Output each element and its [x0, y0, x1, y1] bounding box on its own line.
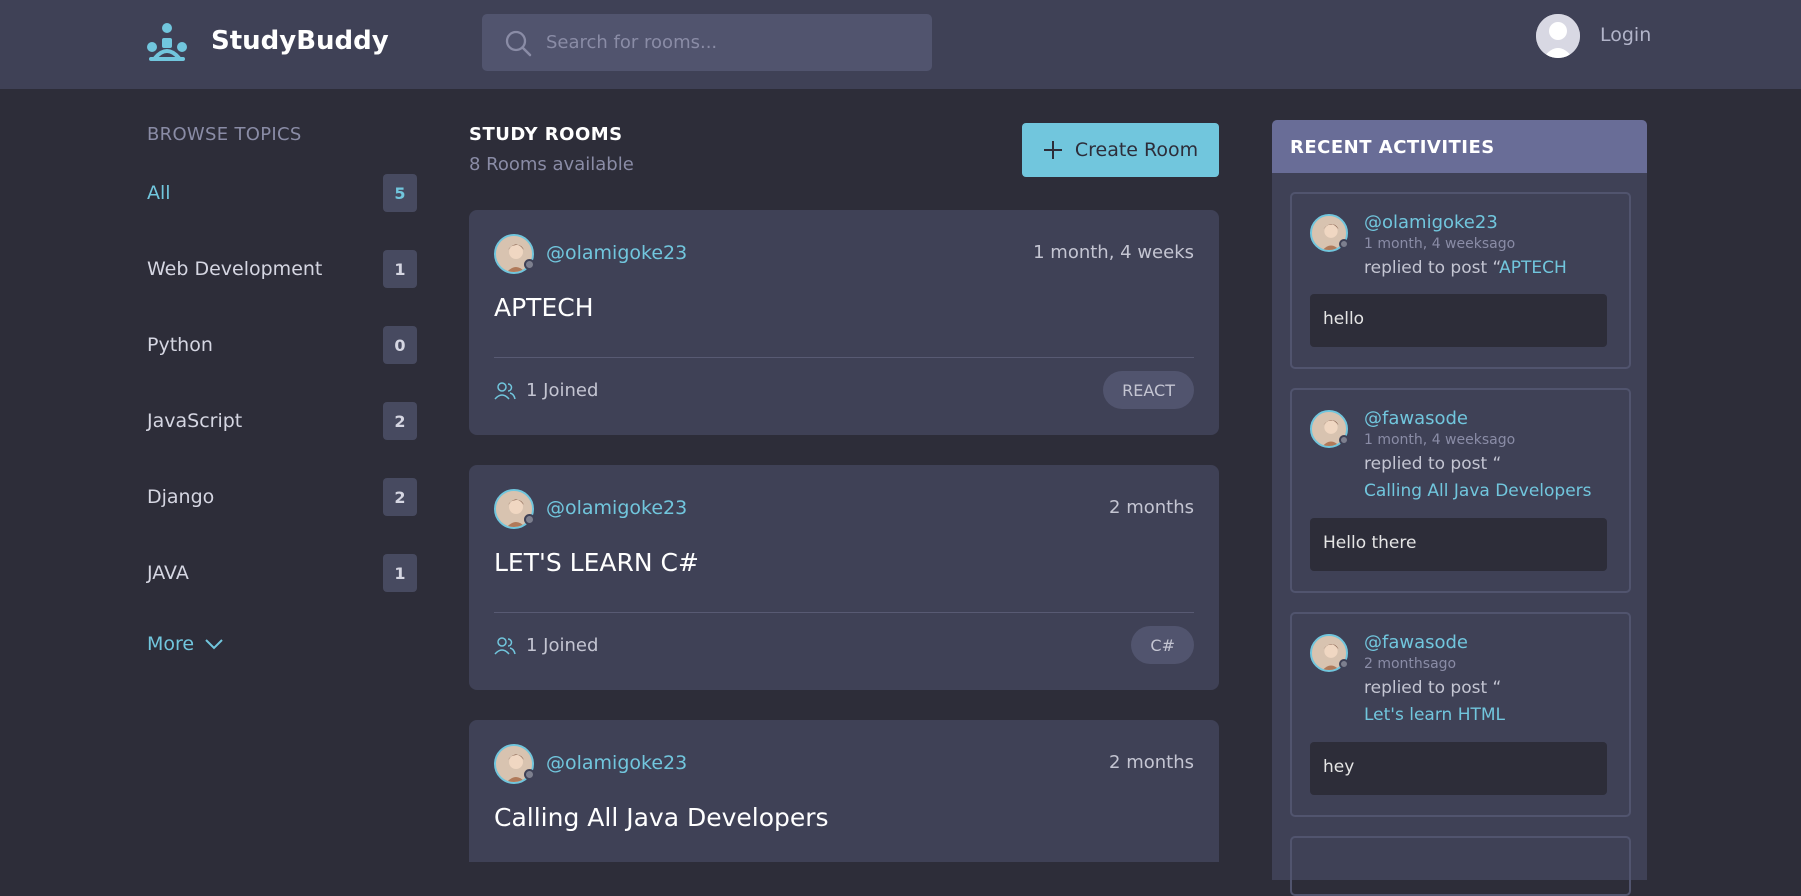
topic-label: Web Development	[147, 258, 323, 280]
activity-action: replied to post “APTECH	[1364, 258, 1567, 278]
joined-count: 1 Joined	[494, 635, 598, 656]
activity-message: hello	[1310, 294, 1607, 347]
topic-label: Python	[147, 334, 213, 356]
room-title-link[interactable]: APTECH	[494, 293, 594, 322]
topic-count-badge: 2	[383, 478, 417, 516]
topic-javascript[interactable]: JavaScript 2	[147, 402, 417, 442]
search-icon	[505, 30, 532, 57]
topic-web-development[interactable]: Web Development 1	[147, 250, 417, 290]
study-rooms-heading: STUDY ROOMS	[469, 124, 623, 145]
topic-all[interactable]: All 5	[147, 174, 417, 214]
recent-activities-title: RECENT ACTIVITIES	[1290, 137, 1495, 158]
more-label: More	[147, 633, 195, 655]
topic-count-badge: 5	[383, 174, 417, 212]
status-indicator	[1339, 239, 1349, 249]
room-title-link[interactable]: LET'S LEARN C#	[494, 548, 699, 577]
rooms-count: 8 Rooms available	[469, 154, 634, 175]
activity-action-text: replied to post “	[1364, 454, 1502, 474]
create-room-label: Create Room	[1074, 139, 1199, 161]
topic-python[interactable]: Python 0	[147, 326, 417, 366]
topic-django[interactable]: Django 2	[147, 478, 417, 518]
room-time: 1 month, 4 weeks	[1033, 242, 1194, 263]
topic-count-badge: 0	[383, 326, 417, 364]
activity-item: @fawasode 1 month, 4 weeksago replied to…	[1290, 388, 1631, 593]
plus-icon	[1043, 141, 1062, 159]
activity-user-link[interactable]: @olamigoke23	[1364, 212, 1498, 233]
users-icon	[494, 636, 516, 655]
recent-activities-header: RECENT ACTIVITIES	[1272, 120, 1647, 173]
study-buddy-logo-icon[interactable]	[145, 22, 189, 64]
top-navigation-bar: StudyBuddy Login	[0, 0, 1801, 89]
joined-count: 1 Joined	[494, 380, 598, 401]
room-time: 2 months	[1109, 497, 1194, 518]
search-input[interactable]	[544, 14, 914, 71]
topic-tag[interactable]: C#	[1131, 626, 1194, 664]
divider	[494, 612, 1194, 613]
activity-room-link[interactable]: APTECH	[1499, 258, 1567, 278]
joined-label: 1 Joined	[526, 380, 599, 401]
create-room-button[interactable]: Create Room	[1022, 123, 1219, 177]
topic-java[interactable]: JAVA 1	[147, 554, 417, 594]
user-avatar-icon[interactable]	[1536, 14, 1580, 58]
topic-tag[interactable]: REACT	[1103, 371, 1194, 409]
more-topics-button[interactable]: More	[147, 633, 224, 655]
activity-room-link[interactable]: Calling All Java Developers	[1364, 481, 1592, 501]
activity-time: 1 month, 4 weeksago	[1364, 236, 1516, 252]
users-icon	[494, 381, 516, 400]
activity-user-link[interactable]: @fawasode	[1364, 408, 1468, 429]
chevron-down-icon	[205, 639, 223, 650]
browse-topics-heading: BROWSE TOPICS	[147, 124, 302, 145]
status-indicator	[524, 259, 535, 270]
activity-message: hey	[1310, 742, 1607, 795]
room-card: @olamigoke23 2 months Calling All Java D…	[469, 720, 1219, 862]
activity-user-link[interactable]: @fawasode	[1364, 632, 1468, 653]
joined-label: 1 Joined	[526, 635, 599, 656]
status-indicator	[1339, 659, 1349, 669]
activity-room-link[interactable]: Let's learn HTML	[1364, 705, 1505, 725]
search-bar[interactable]	[482, 14, 932, 71]
activity-item: @fawasode 2 monthsago replied to post “ …	[1290, 612, 1631, 817]
room-host-link[interactable]: @olamigoke23	[546, 497, 687, 519]
activity-message: Hello there	[1310, 518, 1607, 571]
room-card: @olamigoke23 1 month, 4 weeks APTECH 1 J…	[469, 210, 1219, 435]
room-host-link[interactable]: @olamigoke23	[546, 752, 687, 774]
status-indicator	[524, 514, 535, 525]
activity-action-text: replied to post “	[1364, 258, 1500, 278]
room-card: @olamigoke23 2 months LET'S LEARN C# 1 J…	[469, 465, 1219, 690]
divider	[494, 357, 1194, 358]
activity-time: 1 month, 4 weeksago	[1364, 432, 1516, 448]
recent-activities-panel: RECENT ACTIVITIES @olamigoke23 1 month, …	[1272, 120, 1647, 896]
activity-time: 2 monthsago	[1364, 656, 1457, 672]
room-time: 2 months	[1109, 752, 1194, 773]
topic-count-badge: 1	[383, 554, 417, 592]
room-title-link[interactable]: Calling All Java Developers	[494, 803, 829, 832]
topic-count-badge: 2	[383, 402, 417, 440]
activity-item: @olamigoke23 1 month, 4 weeksago replied…	[1290, 192, 1631, 369]
room-host-link[interactable]: @olamigoke23	[546, 242, 687, 264]
topic-label: All	[147, 182, 171, 204]
brand-name[interactable]: StudyBuddy	[211, 26, 389, 56]
topic-label: Django	[147, 486, 215, 508]
activity-item	[1290, 836, 1631, 896]
topic-label: JAVA	[147, 562, 189, 584]
login-link[interactable]: Login	[1600, 24, 1651, 46]
topic-label: JavaScript	[147, 410, 243, 432]
topic-count-badge: 1	[383, 250, 417, 288]
activity-action-text: replied to post “	[1364, 678, 1502, 698]
status-indicator	[524, 769, 535, 780]
status-indicator	[1339, 435, 1349, 445]
